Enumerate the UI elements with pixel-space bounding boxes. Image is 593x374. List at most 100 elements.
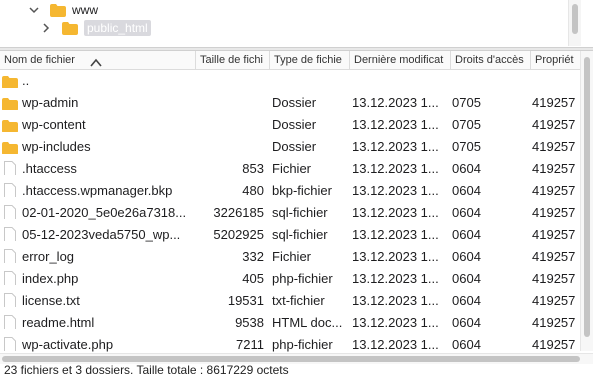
folder-icon	[2, 140, 18, 154]
cell-type: php-fichier	[272, 271, 333, 286]
column-label: Dernière modificat	[354, 54, 444, 66]
scrollbar-thumb[interactable]	[2, 356, 580, 362]
cell-size: 7211	[236, 337, 264, 352]
cell-owner: 419257	[532, 205, 576, 220]
file-icon	[4, 293, 20, 307]
sort-ascending-icon	[90, 55, 102, 69]
tree-item-label: www	[72, 3, 98, 17]
status-bar: 23 fichiers et 3 dossiers. Taille totale…	[4, 363, 289, 374]
table-row[interactable]: index.php 405 php-fichier 13.12.2023 1... 06…	[0, 268, 581, 290]
scrollbar-thumb[interactable]	[584, 57, 590, 337]
table-row[interactable]: ..	[0, 70, 581, 92]
chevron-down-icon[interactable]	[28, 4, 40, 16]
cell-name: .htaccess	[22, 161, 77, 176]
cell-name: wp-content	[22, 117, 86, 132]
cell-type: HTML doc...	[272, 315, 343, 330]
cell-perm: 0604	[452, 315, 481, 330]
cell-name: wp-activate.php	[22, 337, 114, 352]
cell-perm: 0705	[452, 95, 481, 110]
list-vertical-scrollbar[interactable]	[580, 51, 593, 351]
folder-tree: www public_html	[0, 0, 581, 46]
cell-type: Fichier	[272, 249, 312, 264]
tree-item-public-html[interactable]: public_html	[40, 18, 151, 38]
table-row[interactable]: 05-12-2023veda5750_wp... 5202925 sql-fichi…	[0, 224, 581, 246]
cell-type: sql-fichier	[272, 227, 328, 242]
column-modified[interactable]: Dernière modificat	[350, 51, 451, 69]
column-label: Droits d'accès	[455, 54, 524, 66]
cell-size	[196, 92, 264, 114]
file-icon	[4, 161, 20, 175]
table-row[interactable]: 02-01-2020_5e0e26a7318... 3226185 sql-fich…	[0, 202, 581, 224]
column-label: Propriét	[535, 54, 574, 66]
cell-date: 13.12.2023 1...	[352, 183, 439, 198]
cell-size: 9538	[235, 315, 264, 330]
file-icon	[4, 183, 20, 197]
cell-size: 332	[242, 249, 264, 264]
cell-size: 853	[242, 161, 264, 176]
cell-date: 13.12.2023 1...	[352, 337, 439, 352]
cell-perm: 0604	[452, 337, 481, 352]
cell-date: 13.12.2023 1...	[352, 271, 439, 286]
cell-owner: 419257	[532, 293, 576, 308]
scrollbar-thumb[interactable]	[572, 4, 578, 34]
column-label: Nom de fichier	[4, 54, 75, 66]
cell-date: 13.12.2023 1...	[352, 249, 439, 264]
cell-size: 19531	[227, 293, 264, 308]
cell-owner: 419257	[532, 139, 576, 154]
column-type[interactable]: Type de fichie	[270, 51, 350, 69]
cell-perm: 0604	[452, 227, 481, 242]
cell-perm: 0604	[452, 205, 481, 220]
cell-size	[196, 114, 264, 136]
table-row[interactable]: wp-admin Dossier 13.12.2023 1... 0705 419257	[0, 92, 581, 114]
column-label: Taille de fichi	[200, 54, 263, 66]
cell-size: 3226185	[213, 205, 264, 220]
cell-type: php-fichier	[272, 337, 333, 352]
file-icon	[4, 249, 20, 263]
table-row[interactable]: wp-includes Dossier 13.12.2023 1... 0705 419…	[0, 136, 581, 158]
folder-icon	[50, 3, 66, 17]
cell-perm: 0604	[452, 271, 481, 286]
cell-type: Dossier	[272, 95, 317, 110]
cell-owner: 419257	[532, 271, 576, 286]
cell-type: txt-fichier	[272, 293, 325, 308]
cell-owner: 419257	[532, 337, 576, 352]
cell-name: 05-12-2023veda5750_wp...	[22, 227, 181, 242]
file-icon	[4, 337, 20, 351]
table-row[interactable]: .htaccess.wpmanager.bkp 480 bkp-fichier 13.…	[0, 180, 581, 202]
table-row[interactable]: license.txt 19531 txt-fichier 13.12.2023 1.…	[0, 290, 581, 312]
cell-type: bkp-fichier	[272, 183, 332, 198]
column-label: Type de fichie	[274, 54, 342, 66]
table-row[interactable]: .htaccess 853 Fichier 13.12.2023 1... 0604 41…	[0, 158, 581, 180]
table-row[interactable]: wp-activate.php 7211 php-fichier 13.12.2023…	[0, 334, 581, 353]
column-permissions[interactable]: Droits d'accès	[451, 51, 531, 69]
cell-name: index.php	[22, 271, 79, 286]
chevron-right-icon[interactable]	[40, 22, 52, 34]
tree-scrollbar[interactable]	[568, 0, 581, 46]
tree-item-www[interactable]: www	[28, 0, 98, 20]
column-owner[interactable]: Propriét	[531, 51, 581, 69]
file-icon	[4, 271, 20, 285]
cell-perm	[452, 70, 522, 92]
file-list: .. wp-admin Dossier 13.12.2023 1... 0705 4192…	[0, 70, 581, 353]
column-header: Nom de fichier Taille de fichi Type de f…	[0, 51, 581, 70]
folder-icon	[2, 118, 18, 132]
cell-name: .htaccess.wpmanager.bkp	[22, 183, 173, 198]
file-icon	[4, 315, 20, 329]
cell-name: wp-admin	[22, 95, 79, 110]
column-size[interactable]: Taille de fichi	[196, 51, 270, 69]
table-row[interactable]: wp-content Dossier 13.12.2023 1... 0705 4192…	[0, 114, 581, 136]
cell-perm: 0604	[452, 183, 481, 198]
cell-name: error_log	[22, 249, 75, 264]
table-row[interactable]: readme.html 9538 HTML doc... 13.12.2023 1..…	[0, 312, 581, 334]
cell-size: 480	[242, 183, 264, 198]
table-row[interactable]: error_log 332 Fichier 13.12.2023 1... 0604 41…	[0, 246, 581, 268]
cell-owner: 419257	[532, 161, 576, 176]
cell-owner: 419257	[532, 249, 576, 264]
cell-size: 405	[242, 271, 264, 286]
column-name[interactable]: Nom de fichier	[0, 51, 196, 69]
file-icon	[4, 227, 20, 241]
cell-type: sql-fichier	[272, 205, 328, 220]
cell-date: 13.12.2023 1...	[352, 205, 439, 220]
cell-perm: 0604	[452, 293, 481, 308]
cell-owner	[532, 70, 581, 92]
